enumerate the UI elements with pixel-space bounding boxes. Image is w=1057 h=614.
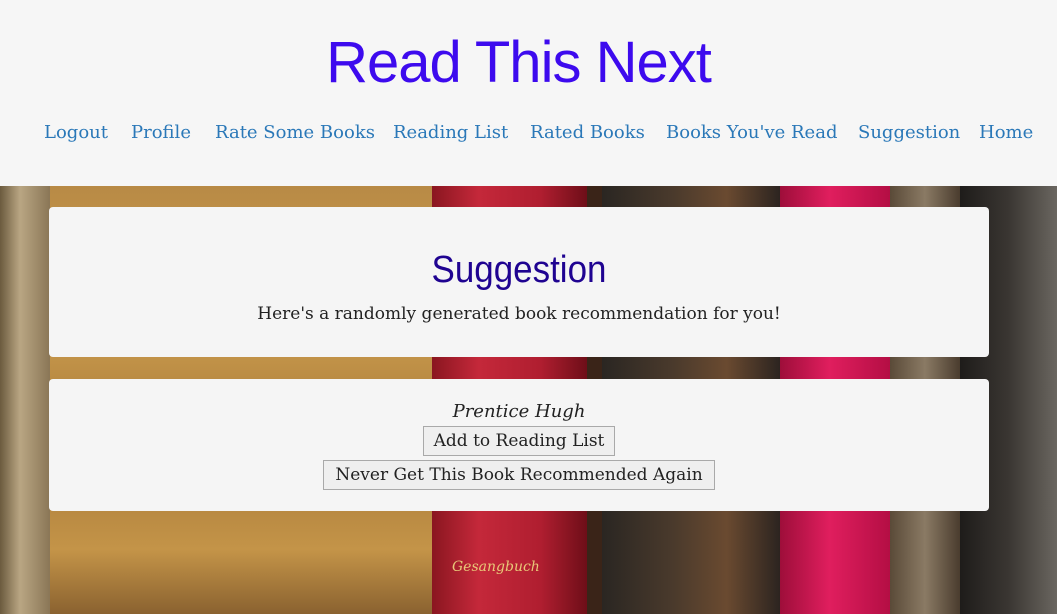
nav-link-reading-list[interactable]: Reading List bbox=[393, 116, 508, 150]
site-title: Read This Next bbox=[326, 30, 712, 95]
book-spine-label: Gesangbuch bbox=[452, 559, 540, 575]
site-header: Read This Next Logout Profile Rate Some … bbox=[0, 0, 1057, 186]
nav-link-logout[interactable]: Logout bbox=[44, 116, 108, 150]
nav-link-profile[interactable]: Profile bbox=[131, 116, 191, 150]
nav-link-books-youve-read[interactable]: Books You've Read bbox=[666, 116, 837, 150]
nav-link-suggestion[interactable]: Suggestion bbox=[858, 116, 960, 150]
suggested-book-title: Prentice Hugh bbox=[452, 401, 586, 422]
page-heading: Suggestion bbox=[431, 249, 607, 291]
intro-panel: Suggestion Here's a randomly generated b… bbox=[49, 207, 989, 357]
nav-link-home[interactable]: Home bbox=[979, 116, 1033, 150]
nav-link-rate-some-books[interactable]: Rate Some Books bbox=[215, 116, 375, 150]
main-nav: Logout Profile Rate Some Books Reading L… bbox=[0, 116, 1057, 150]
suggestion-panel: Prentice Hugh Add to Reading List Never … bbox=[49, 379, 989, 511]
add-to-reading-list-button[interactable]: Add to Reading List bbox=[423, 426, 615, 456]
page-subtitle: Here's a randomly generated book recomme… bbox=[257, 304, 781, 324]
never-recommend-button[interactable]: Never Get This Book Recommended Again bbox=[323, 460, 715, 490]
nav-link-rated-books[interactable]: Rated Books bbox=[530, 116, 645, 150]
